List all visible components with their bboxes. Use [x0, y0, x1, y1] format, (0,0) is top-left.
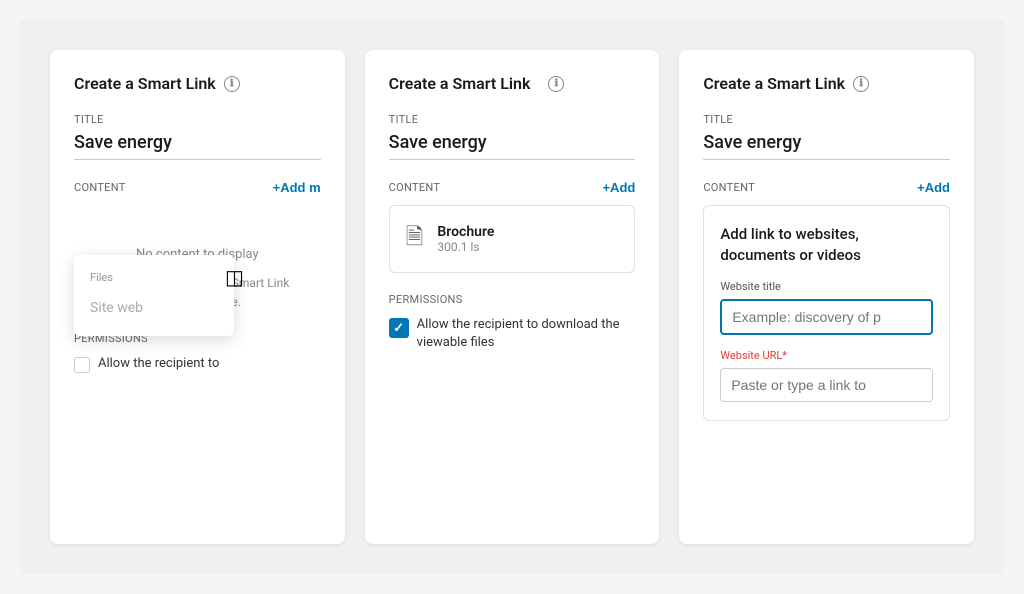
content-label-1: Content [74, 181, 126, 194]
dropdown-item-site-web[interactable]: Site web [74, 292, 234, 324]
title-label-3: Title [703, 113, 950, 126]
content-label-3: Content [703, 181, 755, 194]
content-header-1: Content +Add m [74, 180, 321, 195]
checkbox-1[interactable] [74, 357, 90, 373]
panel-1-title: Create a Smart Link [74, 74, 216, 93]
file-card: 🗎 Brochure 300.1 ls [389, 205, 636, 273]
content-header-2: Content +Add [389, 180, 636, 195]
title-value-2: Save energy [389, 132, 636, 160]
panel-3-header: Create a Smart Link ℹ [703, 74, 950, 93]
checkbox-label-2: Allow the recipient to download the view… [417, 316, 636, 352]
file-size: 300.1 ls [437, 240, 494, 254]
info-icon-1[interactable]: ℹ [224, 76, 240, 92]
title-label-2: Title [389, 113, 636, 126]
permissions-section-2: Permissions Allow the recipient to downl… [389, 293, 636, 352]
title-value-1: Save energy [74, 132, 321, 160]
panel-2: Create a Smart Link ℹ Title Save energy … [365, 50, 660, 544]
cursor-icon: ◫ [225, 265, 244, 289]
permissions-label-2: Permissions [389, 293, 636, 306]
panel-2-title: Create a Smart Link [389, 74, 531, 93]
title-value-3: Save energy [703, 132, 950, 160]
website-title-label: Website title [720, 280, 933, 293]
link-card-title: Add link to websites, documents or video… [720, 224, 933, 266]
title-label-1: Title [74, 113, 321, 126]
info-icon-2[interactable]: ℹ [548, 76, 564, 92]
website-url-input[interactable] [720, 368, 933, 402]
required-star: * [782, 349, 787, 362]
add-button-2[interactable]: +Add [602, 180, 635, 195]
checkbox-2[interactable] [389, 318, 409, 338]
link-card: Add link to websites, documents or video… [703, 205, 950, 421]
website-url-label: Website URL* [720, 349, 933, 362]
info-icon-3[interactable]: ℹ [853, 76, 869, 92]
panel-3: Create a Smart Link ℹ Title Save energy … [679, 50, 974, 544]
checkbox-row-1: Allow the recipient to [74, 355, 321, 373]
panel-2-header: Create a Smart Link ℹ [389, 74, 636, 93]
file-info: Brochure 300.1 ls [437, 224, 494, 254]
content-label-2: Content [389, 181, 441, 194]
checkbox-label-1: Allow the recipient to [98, 355, 219, 373]
content-header-3: Content +Add [703, 180, 950, 195]
file-name: Brochure [437, 224, 494, 240]
file-icon: 🗎 [406, 220, 424, 258]
website-title-input[interactable] [720, 299, 933, 335]
dropdown-menu-1: Files Site web [74, 255, 234, 336]
panel-1-header: Create a Smart Link ℹ [74, 74, 321, 93]
permissions-section-1: Permissions Allow the recipient to [74, 332, 321, 373]
dropdown-section-label: Files [74, 267, 234, 292]
panel-1: Create a Smart Link ℹ Title Save energy … [50, 50, 345, 544]
add-button-1[interactable]: +Add m [273, 180, 321, 195]
panel-3-title: Create a Smart Link [703, 74, 845, 93]
add-button-3[interactable]: +Add [917, 180, 950, 195]
checkbox-row-2: Allow the recipient to download the view… [389, 316, 636, 352]
